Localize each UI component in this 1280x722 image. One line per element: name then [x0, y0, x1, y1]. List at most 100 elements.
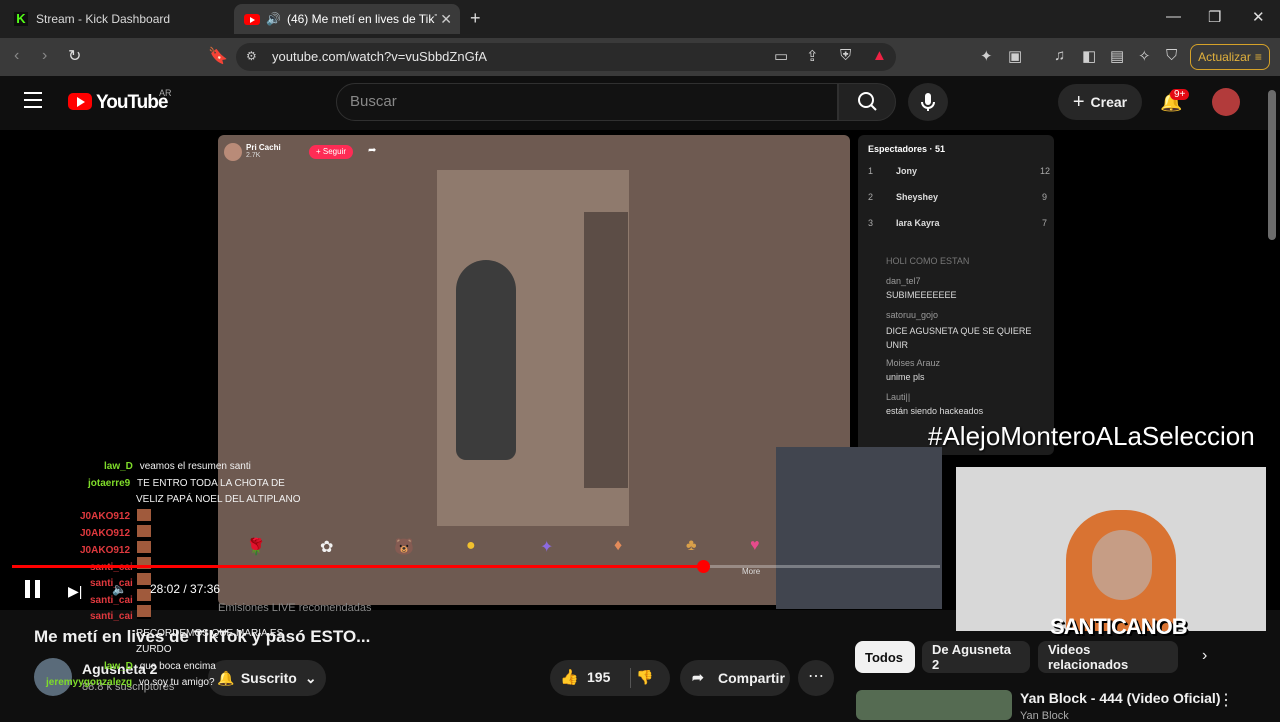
- close-window-icon[interactable]: ✕: [1252, 8, 1265, 26]
- youtube-wordmark[interactable]: YouTube: [96, 92, 168, 114]
- chat-text: que boca encima: [139, 661, 216, 672]
- share-label: Compartir: [718, 670, 785, 686]
- time-display: 28:02 / 37:36: [150, 582, 221, 596]
- chat-user: J0AKO912: [80, 528, 131, 539]
- chevron-right-icon[interactable]: ›: [1202, 647, 1207, 665]
- update-label: Actualizar: [1198, 50, 1251, 64]
- back-icon[interactable]: ‹: [14, 47, 19, 65]
- viewers-title: Espectadores · 51: [868, 144, 946, 154]
- reload-icon[interactable]: ↻: [68, 46, 81, 66]
- flower-gift-icon: ✿: [320, 539, 334, 556]
- like-icon[interactable]: 👍: [560, 668, 579, 686]
- tab-label: Stream - Kick Dashboard: [36, 12, 171, 26]
- extensions-icon[interactable]: ✦: [980, 47, 993, 65]
- site-info-icon[interactable]: ⚙: [246, 49, 257, 63]
- related-video-channel[interactable]: Yan Block: [1020, 710, 1069, 722]
- comment-user: Lauti||: [886, 392, 911, 402]
- comment-user: dan_tel7: [886, 276, 921, 286]
- more-options-icon[interactable]: ⋮: [1218, 690, 1234, 710]
- chip-related[interactable]: Videos relacionados: [1038, 641, 1178, 673]
- subscribed-button[interactable]: 🔔 Suscrito ⌄: [208, 660, 326, 696]
- search-icon: [858, 92, 877, 111]
- like-count[interactable]: 195: [587, 669, 610, 685]
- comment-text: SUBIMEEEEEEE: [886, 290, 957, 300]
- host-likes: 2.7K: [246, 152, 261, 159]
- create-label: Crear: [1090, 94, 1128, 110]
- cast-icon[interactable]: ▭: [774, 47, 788, 65]
- close-tab-icon[interactable]: ✕: [440, 11, 452, 28]
- tab-kick-dashboard[interactable]: K Stream - Kick Dashboard: [8, 4, 228, 34]
- chat-user: jotaerre9: [88, 478, 131, 489]
- viewer-score: 9: [1042, 192, 1048, 202]
- leo-icon[interactable]: ✧: [1138, 47, 1151, 65]
- chat-user: J0AKO912: [80, 545, 131, 556]
- volume-icon[interactable]: 🔈: [112, 582, 127, 596]
- minimize-icon[interactable]: —: [1166, 8, 1181, 25]
- wallet-icon[interactable]: ▤: [1110, 47, 1124, 65]
- hashtag-overlay: #AlejoMonteroALaSeleccion: [928, 421, 1255, 451]
- chat-message: law_D que boca encima: [104, 661, 216, 672]
- forward-icon[interactable]: ›: [42, 47, 47, 65]
- next-video-icon[interactable]: ▶|: [68, 583, 82, 600]
- progress-played: [12, 565, 704, 568]
- host-name: Pri Cachi: [246, 143, 281, 152]
- chat-user: law_D: [104, 461, 133, 472]
- tab-youtube-video[interactable]: 🔊 (46) Me metí en lives de TikTok ✕: [234, 4, 460, 34]
- update-button[interactable]: Actualizar ≡: [1190, 44, 1270, 70]
- kick-icon: K: [14, 12, 28, 26]
- chat-text: vo soy tu amigo?: [138, 677, 215, 688]
- chat-user: jeremyygonzalezg: [46, 677, 133, 688]
- chip-todos[interactable]: Todos: [855, 641, 915, 673]
- share-button[interactable]: ➦ Compartir: [680, 660, 790, 696]
- viewer-score: 7: [1042, 218, 1048, 228]
- brave-shield-icon[interactable]: ⛨: [840, 47, 851, 64]
- chat-user: santi_cai: [90, 611, 133, 622]
- maximize-icon[interactable]: ❐: [1208, 8, 1221, 26]
- youtube-logo-icon[interactable]: [68, 93, 92, 110]
- related-video-title[interactable]: Yan Block - 444 (Video Oficial): [1020, 690, 1220, 706]
- bell-gift-icon: ♣: [686, 537, 697, 554]
- sidebar-icon[interactable]: ◧: [1082, 47, 1096, 65]
- create-button[interactable]: + Crear: [1058, 84, 1142, 120]
- guide-menu-icon[interactable]: [24, 92, 42, 113]
- search-button[interactable]: [838, 83, 896, 121]
- chip-channel[interactable]: De Agusneta 2: [922, 641, 1030, 673]
- star-gift-icon: ✦: [540, 539, 554, 556]
- more-actions-button[interactable]: ⋯: [798, 660, 834, 696]
- page-scrollbar[interactable]: [1268, 90, 1276, 240]
- live-host-figure: [456, 260, 516, 460]
- new-tab-button[interactable]: +: [470, 8, 481, 29]
- streamer-face: [1092, 530, 1152, 600]
- live-guest-column: [584, 212, 628, 488]
- share-icon[interactable]: ⇪: [806, 47, 819, 65]
- viewer-name: Iara Kayra: [896, 218, 940, 228]
- media-icon[interactable]: ♫: [1054, 47, 1065, 64]
- secondary-webcam-feed: [776, 447, 942, 609]
- speaker-icon: 🔊: [266, 12, 281, 26]
- banana-gift-icon: ●: [466, 537, 476, 554]
- chat-user: santi_cai: [90, 595, 133, 606]
- emote-column: [137, 509, 151, 619]
- tab-label: (46) Me metí en lives de TikTok: [286, 12, 437, 26]
- viewer-name: Sheyshey: [896, 192, 939, 202]
- subscribed-label: Suscrito: [240, 670, 297, 686]
- related-video-thumbnail[interactable]: [856, 690, 1012, 720]
- notification-badge: 9+: [1170, 89, 1190, 100]
- bookmark-icon[interactable]: 🔖: [208, 46, 228, 66]
- voice-search-button[interactable]: [908, 83, 948, 121]
- search-input[interactable]: [336, 83, 838, 121]
- reader-icon[interactable]: ▣: [1008, 47, 1022, 65]
- tiktok-viewers-panel: Espectadores · 51 1 Jony 12 2 Sheyshey 9…: [858, 135, 1054, 455]
- dislike-icon[interactable]: 👎: [636, 669, 653, 686]
- pause-button[interactable]: [24, 580, 42, 598]
- vpn-icon[interactable]: ⛉: [1166, 47, 1177, 64]
- account-avatar[interactable]: [1212, 88, 1240, 116]
- url-text[interactable]: youtube.com/watch?v=vuSbbdZnGfA: [272, 49, 487, 64]
- more-gifts-label: More: [742, 567, 761, 576]
- rose-gift-icon: 🌹: [246, 539, 266, 556]
- comment-user: satoruu_gojo: [886, 310, 939, 320]
- bear-gift-icon: 🐻: [394, 539, 414, 556]
- chat-message: jotaerre9 TE ENTRO TODA LA CHOTA DE: [88, 478, 285, 489]
- rewards-icon[interactable]: ▲: [872, 47, 887, 64]
- chat-text: VELIZ PAPÁ NOEL DEL ALTIPLANO: [136, 494, 301, 505]
